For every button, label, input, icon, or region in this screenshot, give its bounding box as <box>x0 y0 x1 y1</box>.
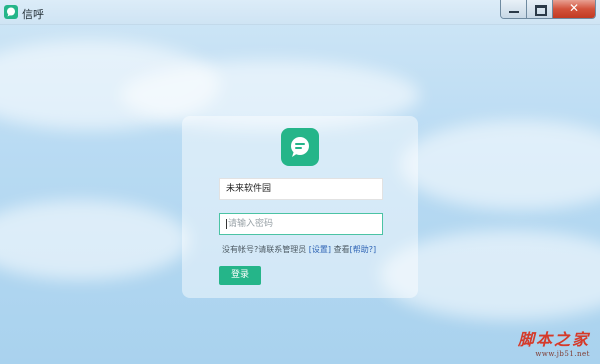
close-button[interactable]: ✕ <box>553 0 595 18</box>
login-button[interactable]: 登录 <box>219 266 261 285</box>
window-title: 信呼 <box>22 8 44 21</box>
chat-bubble-icon <box>4 5 18 19</box>
window-controls: ✕ <box>500 0 596 19</box>
login-window: 信呼 ✕ 未来软件园 请输入密码 没有帐号?请联系管理员 [设置] 查看[帮助?… <box>0 0 600 364</box>
password-placeholder: 请输入密码 <box>228 219 274 229</box>
watermark: 脚本之家 www.jb51.net <box>518 326 590 358</box>
app-logo <box>281 128 319 166</box>
maximize-button[interactable] <box>527 0 553 18</box>
help-link[interactable]: [帮助?] <box>350 245 377 254</box>
chat-bubble-icon <box>291 137 309 157</box>
settings-link[interactable]: [设置] <box>309 245 331 254</box>
maximize-icon <box>535 5 547 16</box>
minimize-button[interactable] <box>501 0 527 18</box>
watermark-url: www.jb51.net <box>535 350 590 358</box>
close-icon: ✕ <box>568 1 580 15</box>
view-text: 查看 <box>333 245 350 254</box>
text-caret <box>226 218 227 229</box>
title-bar: 信呼 ✕ <box>0 0 600 25</box>
watermark-main: 脚本之家 <box>517 330 590 349</box>
username-field[interactable]: 未来软件园 <box>219 178 383 200</box>
hint-text: 没有帐号?请联系管理员 <box>222 245 307 254</box>
account-hint: 没有帐号?请联系管理员 [设置] 查看[帮助?] <box>222 244 376 255</box>
password-field[interactable]: 请输入密码 <box>219 213 383 235</box>
minimize-icon <box>509 11 519 13</box>
username-value: 未来软件园 <box>226 184 272 194</box>
